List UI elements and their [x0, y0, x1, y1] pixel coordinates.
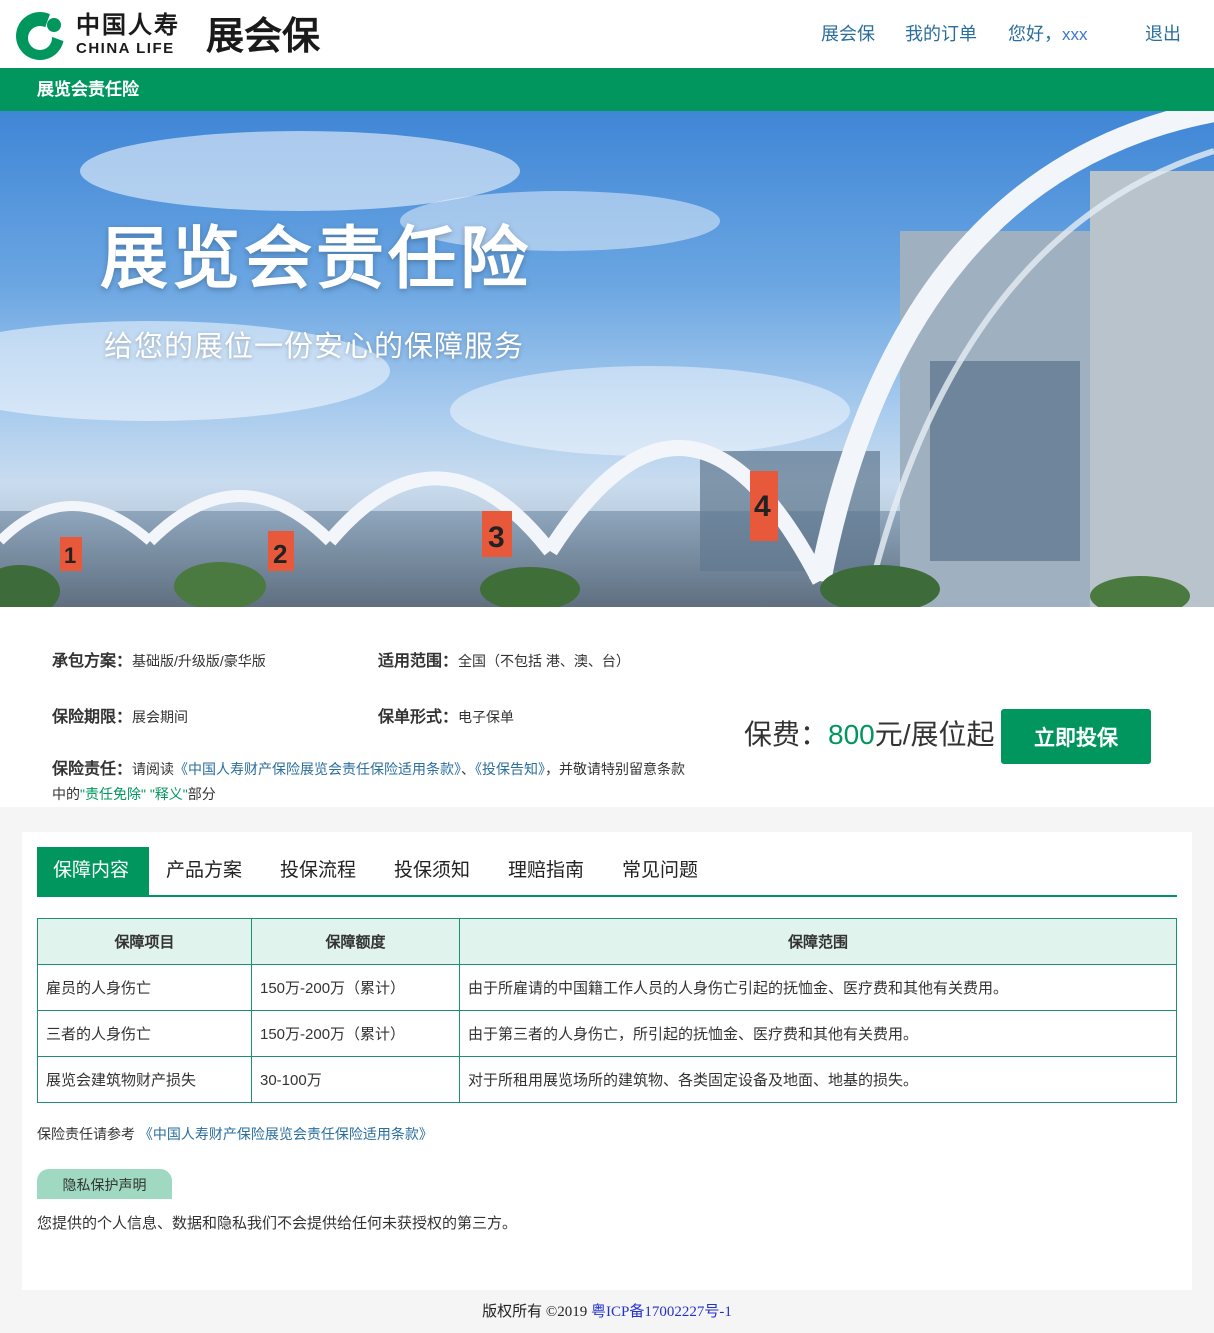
policy-form-value: 电子保单 — [458, 709, 515, 725]
user-greeting: 您好，xxx — [1008, 22, 1088, 47]
tab-faq[interactable]: 常见问题 — [622, 847, 698, 895]
tab-process[interactable]: 投保流程 — [280, 847, 356, 895]
logo-en-text: CHINA LIFE — [76, 40, 175, 57]
banner-subtitle: 给您的展位一份安心的保障服务 — [104, 331, 525, 363]
reference-text: 保险责任请参考 — [37, 1126, 135, 1142]
hero-banner: 1 2 3 4 展览会责任险 给您的展位一份安心的保障服务 — [0, 111, 1214, 607]
cell-limit: 150万-200万（累计） — [251, 964, 460, 1011]
buy-now-button[interactable]: 立即投保 — [1001, 709, 1151, 764]
scope-label: 适用范围： — [378, 653, 459, 670]
title-bar: 展览会责任险 — [0, 68, 1214, 111]
premium-price: 保费：800元/展位起 — [744, 715, 995, 755]
top-header: 中国人寿 CHINA LIFE 展会保 展会保 我的订单 您好，xxx 退出 — [0, 0, 1214, 68]
cell-limit: 150万-200万（累计） — [251, 1010, 460, 1057]
coverage-table: 保障项目 保障额度 保障范围 雇员的人身伤亡 150万-200万（累计） 由于所… — [37, 918, 1177, 1103]
privacy-statement: 您提供的个人信息、数据和隐私我们不会提供给任何未获授权的第三方。 — [37, 1215, 518, 1232]
policy-form-field: 保单形式：电子保单 — [378, 707, 514, 728]
greeting-text: 您好， — [1008, 24, 1062, 44]
reference-terms-link[interactable]: 《中国人寿财产保险展览会责任保险适用条款》 — [139, 1126, 433, 1142]
content-panel: 保障内容 产品方案 投保流程 投保须知 理赔指南 常见问题 保障项目 保障额度 … — [22, 832, 1192, 1290]
liability-field: 保险责任：请阅读《中国人寿财产保险展览会责任保险适用条款》、《投保告知》，并敬请… — [52, 757, 692, 806]
username[interactable]: xxx — [1062, 25, 1088, 44]
price-label: 保费： — [744, 719, 829, 750]
table-row: 雇员的人身伤亡 150万-200万（累计） 由于所雇请的中国籍工作人员的人身伤亡… — [37, 964, 1177, 1011]
header-limit: 保障额度 — [251, 918, 460, 965]
table-row: 展览会建筑物财产损失 30-100万 对于所租用展览场所的建筑物、各类固定设备及… — [37, 1056, 1177, 1103]
tab-claims[interactable]: 理赔指南 — [508, 847, 584, 895]
hall-number-3: 3 — [488, 521, 505, 554]
footer: 版权所有 ©2019 粤ICP备17002227号-1 — [0, 1302, 1214, 1322]
cell-scope: 由于第三者的人身伤亡，所引起的抚恤金、医疗费和其他有关费用。 — [459, 1010, 1177, 1057]
plan-label: 承包方案： — [52, 653, 133, 670]
liability-post: 部分 — [187, 786, 216, 802]
notice-link[interactable]: 《投保告知》 — [475, 761, 545, 777]
product-info: 承包方案：基础版/升级版/豪华版 适用范围：全国（不包括 港、澳、台） 保险期限… — [0, 607, 1214, 807]
cell-scope: 对于所租用展览场所的建筑物、各类固定设备及地面、地基的损失。 — [459, 1056, 1177, 1103]
terms-link[interactable]: 《中国人寿财产保险展览会责任保险适用条款》 — [174, 761, 461, 777]
period-field: 保险期限：展会期间 — [52, 707, 188, 728]
liability-sep: 、 — [461, 761, 476, 777]
hall-number-1: 1 — [64, 543, 76, 568]
cell-item: 雇员的人身伤亡 — [37, 964, 252, 1011]
period-label: 保险期限： — [52, 709, 133, 726]
liability-highlight: "责任免除" "释义" — [80, 786, 188, 802]
tab-notice[interactable]: 投保须知 — [394, 847, 470, 895]
cell-item: 展览会建筑物财产损失 — [37, 1056, 252, 1103]
logout-link[interactable]: 退出 — [1145, 22, 1181, 46]
logo-product-name: 展会保 — [206, 16, 321, 58]
copyright-text: 版权所有 ©2019 — [482, 1304, 592, 1320]
table-row: 三者的人身伤亡 150万-200万（累计） 由于第三者的人身伤亡，所引起的抚恤金… — [37, 1010, 1177, 1057]
nav-home-link[interactable]: 展会保 — [821, 22, 875, 46]
icp-link[interactable]: 粤ICP备17002227号-1 — [591, 1304, 732, 1320]
plan-value: 基础版/升级版/豪华版 — [132, 653, 266, 669]
hall-number-2: 2 — [273, 539, 287, 569]
plan-field: 承包方案：基础版/升级版/豪华版 — [52, 651, 266, 672]
tab-plans[interactable]: 产品方案 — [166, 847, 242, 895]
cell-scope: 由于所雇请的中国籍工作人员的人身伤亡引起的抚恤金、医疗费和其他有关费用。 — [459, 964, 1177, 1011]
scope-field: 适用范围：全国（不包括 港、澳、台） — [378, 651, 630, 672]
title-bar-text: 展览会责任险 — [37, 80, 139, 99]
table-header-row: 保障项目 保障额度 保障范围 — [37, 918, 1177, 965]
logo-cn-text: 中国人寿 — [76, 12, 180, 39]
cell-limit: 30-100万 — [251, 1056, 460, 1103]
reference-note: 保险责任请参考 《中国人寿财产保险展览会责任保险适用条款》 — [37, 1124, 433, 1144]
banner-title: 展览会责任险 — [100, 221, 533, 297]
cell-item: 三者的人身伤亡 — [37, 1010, 252, 1057]
tab-coverage[interactable]: 保障内容 — [37, 847, 149, 895]
period-value: 展会期间 — [132, 709, 189, 725]
brand-logo[interactable]: 中国人寿 CHINA LIFE 展会保 — [16, 12, 320, 60]
header-item: 保障项目 — [37, 918, 252, 965]
hall-number-4: 4 — [754, 490, 771, 523]
liability-pre: 请阅读 — [132, 761, 175, 777]
china-life-logo-icon — [16, 12, 72, 60]
header-scope: 保障范围 — [459, 918, 1177, 965]
price-unit: 元/展位起 — [874, 719, 995, 750]
scope-value: 全国（不包括 港、澳、台） — [458, 653, 630, 669]
price-amount: 800 — [828, 719, 875, 750]
privacy-tag: 隐私保护声明 — [37, 1169, 172, 1199]
policy-form-label: 保单形式： — [378, 709, 459, 726]
liability-label: 保险责任： — [52, 761, 133, 778]
nav-orders-link[interactable]: 我的订单 — [905, 22, 977, 46]
tab-bar: 保障内容 产品方案 投保流程 投保须知 理赔指南 常见问题 — [37, 847, 1177, 897]
